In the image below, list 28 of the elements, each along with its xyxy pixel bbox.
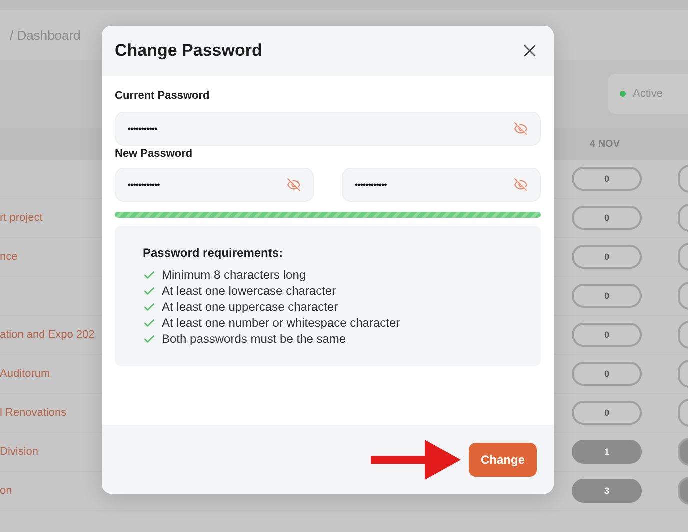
field-label: New Password <box>115 148 194 160</box>
requirement-text: At least one uppercase character <box>162 300 338 314</box>
requirement-text: Minimum 8 characters long <box>162 268 306 282</box>
column-header: 4 NOV <box>590 138 620 150</box>
status-filter[interactable]: Active <box>608 74 688 114</box>
breadcrumb: / Dashboard <box>10 28 81 42</box>
password-field[interactable]: ••••••••••• <box>115 112 541 146</box>
eye-off-icon[interactable] <box>287 178 301 192</box>
count-pill: 0 <box>572 362 642 386</box>
password-field[interactable]: •••••••••••• <box>342 168 541 202</box>
count-pill: 0 <box>572 167 642 191</box>
count-pill: 0 <box>572 284 642 308</box>
password-field[interactable]: •••••••••••• <box>115 168 314 202</box>
requirement-text: At least one lowercase character <box>162 284 336 298</box>
eye-off-icon[interactable] <box>514 178 528 192</box>
dialog-title: Change Password <box>115 41 262 61</box>
count-pill: 0 <box>572 245 642 269</box>
requirement-text: Both passwords must be the same <box>162 332 346 346</box>
requirement-text: At least one number or whitespace character <box>162 316 400 330</box>
count-pill: 0 <box>572 206 642 230</box>
field-label: Current Password <box>115 90 211 102</box>
count-pill: 1 <box>572 440 642 464</box>
requirements-title: Password requirements: <box>143 246 284 260</box>
count-pill: 3 <box>572 479 642 503</box>
count-pill: 0 <box>572 401 642 425</box>
eye-off-icon[interactable] <box>514 122 528 136</box>
change-button[interactable]: Change <box>468 442 537 476</box>
count-pill: 0 <box>572 323 642 347</box>
